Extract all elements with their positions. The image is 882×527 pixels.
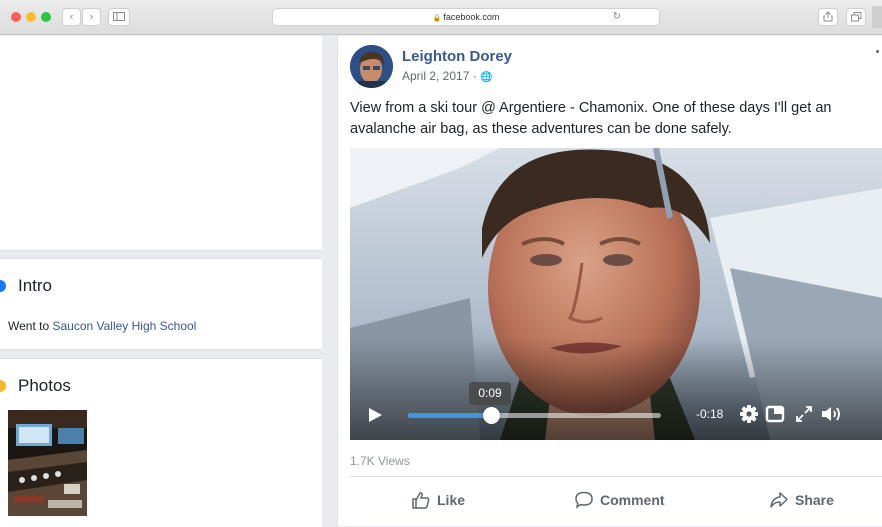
picture-in-picture-icon[interactable] [765,404,785,424]
video-progress-bar[interactable] [408,407,661,424]
profile-top-card [0,36,322,251]
photos-title: Photos [18,376,71,395]
fullscreen-icon[interactable] [794,404,814,424]
school-link[interactable]: Saucon Valley High School [52,319,196,333]
close-window-button[interactable] [11,12,21,22]
globe-icon: 🌐 [480,72,493,83]
share-page-icon [823,11,833,22]
photos-card: Photos [0,358,322,527]
post-options-icon[interactable] [876,50,879,53]
chevron-right-icon: › [89,10,94,23]
author-name-link[interactable]: Leighton Dorey [402,48,512,65]
education-prefix: Went to [8,319,50,333]
mixing-console-photo [8,410,87,516]
share-label: Share [795,492,834,508]
share-page-button[interactable] [818,8,838,26]
comment-button[interactable]: Comment [574,486,665,514]
volume-icon[interactable] [820,404,844,424]
share-button[interactable]: Share [769,486,834,514]
avatar-photo [350,45,393,88]
post-date[interactable]: April 2, 2017 · 🌐 [402,69,493,83]
intro-title: Intro [18,276,53,295]
like-label: Like [437,492,466,508]
forward-button[interactable]: › [82,8,101,26]
photos-icon [0,380,6,392]
like-button[interactable]: Like [411,486,465,514]
actions-divider [350,476,882,477]
gear-icon[interactable] [739,404,759,424]
back-button[interactable]: ‹ [62,8,81,26]
lock-icon: 🔒 [432,14,442,22]
video-player[interactable]: 0:09 -0:18 [350,148,882,440]
zoom-window-button[interactable] [41,12,51,22]
minimize-window-button[interactable] [26,12,36,22]
scrub-time-tooltip: 0:09 [469,382,511,405]
video-frame [350,148,882,440]
intro-card: Intro Went to Saucon Valley High School [0,258,322,350]
view-count: 1.7K Views [350,454,410,468]
thumbs-up-icon [412,492,430,509]
photo-thumbnail[interactable] [8,410,87,516]
chevron-left-icon: ‹ [69,10,74,23]
intro-icon [0,280,6,292]
tabs-overview-icon [850,12,861,22]
address-url: facebook.com [443,12,500,22]
play-icon[interactable] [366,406,386,426]
sidebar-button[interactable] [108,8,130,26]
comment-icon [575,491,593,509]
browser-toolbar: ‹ › 🔒 facebook.com ↻ [0,0,882,35]
post-card: Leighton Dorey April 2, 2017 · 🌐 View fr… [337,36,882,526]
sidebar-icon [113,12,125,21]
post-text: View from a ski tour @ Argentiere - Cham… [350,100,832,137]
toolbar-edge [872,6,882,28]
video-progress-fill [408,413,492,418]
reload-icon[interactable]: ↻ [613,9,621,25]
post-date-text: April 2, 2017 · [402,69,477,83]
share-arrow-icon [770,492,788,508]
address-bar[interactable]: 🔒 facebook.com ↻ [272,8,660,26]
author-avatar[interactable] [350,45,393,88]
education-line: Went to Saucon Valley High School [8,319,196,333]
time-remaining: -0:18 [696,407,724,421]
comment-label: Comment [600,492,665,508]
tabs-overview-button[interactable] [846,8,866,26]
